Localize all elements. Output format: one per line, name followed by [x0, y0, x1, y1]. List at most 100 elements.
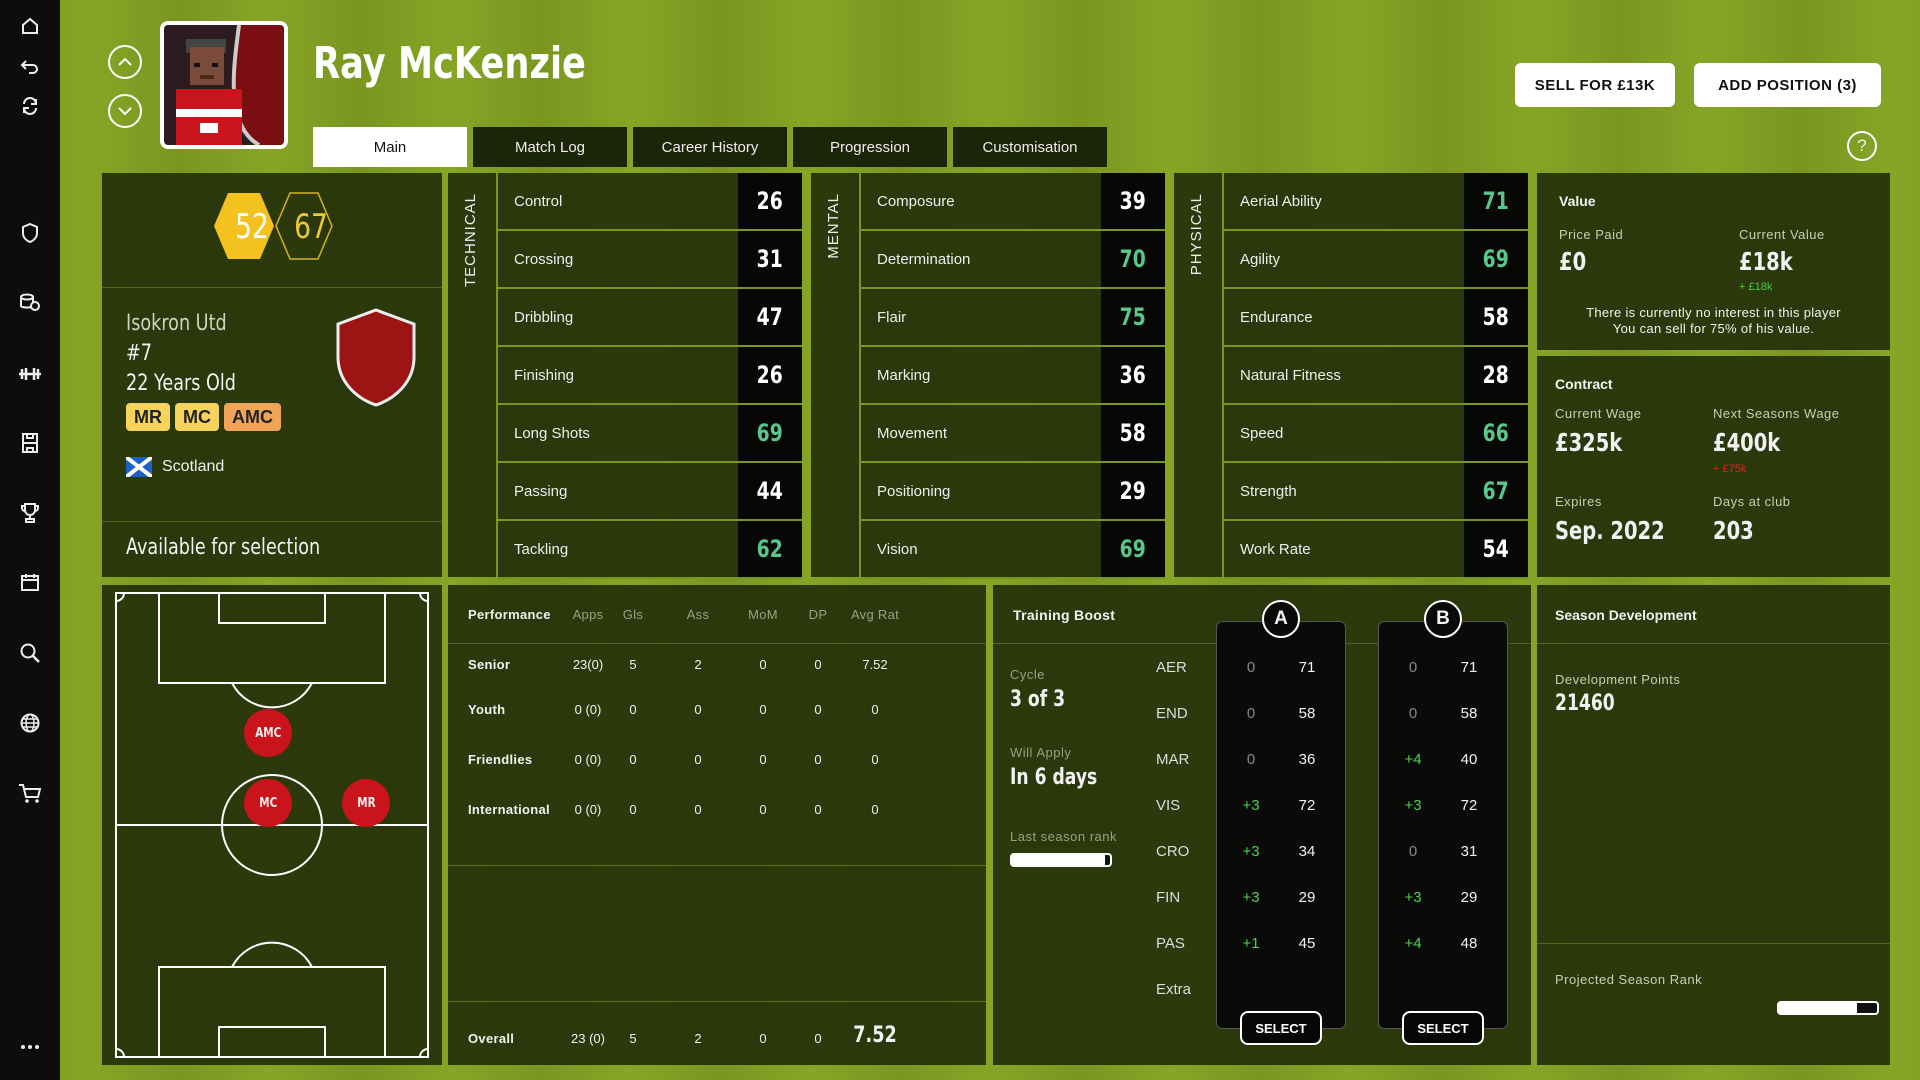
will-apply-value: In 6 days [1010, 765, 1098, 790]
attribute-label: Control [514, 193, 563, 210]
attribute-value: 58 [1101, 405, 1165, 461]
attribute-value: 31 [738, 231, 802, 287]
boost-stat-label: AER [1156, 659, 1187, 676]
attribute-label: Tackling [514, 541, 569, 558]
attribute-value: 58 [1464, 289, 1528, 345]
pitch-marker-label: AMC [254, 725, 282, 741]
performance-header: Avg Rat [850, 607, 900, 622]
attribute-value-text: 39 [1119, 187, 1147, 215]
tab-progression[interactable]: Progression [793, 127, 947, 167]
attribute-row: Natural Fitness 28 [1224, 347, 1528, 405]
technical-attributes-panel: TECHNICAL Control 26 Crossing 31 Dribbling 47… [448, 173, 802, 579]
club-name: Isokron Utd [126, 311, 227, 336]
current-value: £18k [1739, 247, 1793, 276]
boost-value: 29 [1460, 889, 1478, 906]
performance-header: DP [808, 607, 828, 622]
tab-main[interactable]: Main [313, 127, 467, 167]
value-note-line: There is currently no interest in this p… [1586, 305, 1841, 320]
performance-header: Gls [622, 607, 644, 622]
home-icon[interactable] [16, 16, 44, 44]
value-note-line: You can sell for 75% of his value. [1612, 321, 1815, 336]
expires-label: Expires [1555, 494, 1602, 509]
select-option-a-button[interactable]: SELECT [1240, 1011, 1322, 1045]
availability-status: Available for selection [126, 535, 321, 560]
attribute-label: Strength [1240, 483, 1297, 500]
attribute-value: 36 [1101, 347, 1165, 403]
cart-icon[interactable] [16, 782, 44, 810]
help-button[interactable]: ? [1847, 131, 1877, 161]
position-badge: AMC [224, 403, 281, 431]
attribute-value-text: 75 [1119, 303, 1147, 331]
performance-overall-cell: 2 [694, 1031, 702, 1046]
boost-value: 72 [1460, 797, 1478, 814]
attribute-value: 66 [1464, 405, 1528, 461]
globe-icon[interactable] [16, 712, 44, 740]
refresh-icon[interactable] [16, 96, 44, 124]
performance-cell: 0 [814, 657, 822, 672]
next-player-button[interactable] [108, 94, 142, 128]
next-wage: £400k [1713, 428, 1781, 457]
attribute-value-text: 26 [756, 361, 784, 389]
projected-rank-label: Projected Season Rank [1555, 972, 1703, 987]
attribute-value: 69 [1101, 521, 1165, 577]
select-option-b-button[interactable]: SELECT [1402, 1011, 1484, 1045]
attribute-row: Marking 36 [861, 347, 1165, 405]
trophy-icon[interactable] [16, 502, 44, 530]
option-b-label: B [1436, 608, 1450, 629]
attribute-label: Natural Fitness [1240, 367, 1341, 384]
add-position-button[interactable]: ADD POSITION (3) [1694, 63, 1881, 107]
shield-icon[interactable] [16, 222, 44, 250]
boost-delta: 0 [1246, 705, 1256, 722]
boost-value: 58 [1460, 705, 1478, 722]
development-points-label: Development Points [1555, 672, 1681, 687]
position-badges: MR MC AMC [126, 403, 286, 431]
performance-cell: 0 [629, 802, 637, 817]
training-icon[interactable] [16, 362, 44, 390]
attribute-label: Work Rate [1240, 541, 1311, 558]
performance-cell: 0 [629, 752, 637, 767]
attribute-row: Crossing 31 [498, 231, 802, 289]
performance-cell: 0 [759, 657, 767, 672]
more-icon[interactable] [16, 1030, 44, 1058]
tab-customisation[interactable]: Customisation [953, 127, 1107, 167]
last-season-rank-bar [1010, 853, 1112, 867]
pitch-marker-amc[interactable]: AMC [244, 709, 292, 757]
attribute-value-text: 47 [756, 303, 784, 331]
attribute-row: Dribbling 47 [498, 289, 802, 347]
sell-button[interactable]: SELL FOR £13K [1515, 63, 1675, 107]
attribute-row: Movement 58 [861, 405, 1165, 463]
boost-stat-label: VIS [1156, 797, 1181, 814]
performance-cell: 0 [694, 752, 702, 767]
tab-match-log[interactable]: Match Log [473, 127, 627, 167]
performance-panel: Performance Apps Gls Ass MoM DP Avg Rat Senior 2… [448, 585, 986, 1065]
mental-heading: MENTAL [825, 193, 842, 259]
attribute-value-text: 28 [1482, 361, 1510, 389]
calendar-icon[interactable] [16, 572, 44, 600]
potential-rating: 67 [294, 207, 328, 247]
boost-stat-label: PAS [1156, 935, 1185, 952]
pitch-marker-mr[interactable]: MR [342, 779, 390, 827]
back-icon[interactable] [16, 56, 44, 84]
pitch-marker-mc[interactable]: MC [244, 779, 292, 827]
attribute-row: Finishing 26 [498, 347, 802, 405]
season-dev-heading: Season Development [1555, 607, 1697, 623]
position-badge: MR [126, 403, 170, 431]
will-apply-label: Will Apply [1010, 745, 1072, 760]
finance-icon[interactable] [16, 292, 44, 320]
tactics-icon[interactable] [16, 432, 44, 460]
attribute-row: Strength 67 [1224, 463, 1528, 521]
boost-delta: +3 [1242, 843, 1260, 860]
attribute-row: Control 26 [498, 173, 802, 231]
attribute-value: 44 [738, 463, 802, 519]
attribute-value: 47 [738, 289, 802, 345]
attribute-value: 28 [1464, 347, 1528, 403]
attribute-value-text: 36 [1119, 361, 1147, 389]
performance-cell: 5 [629, 657, 637, 672]
option-b-badge: B [1424, 600, 1462, 638]
projected-rank-bar [1777, 1001, 1879, 1015]
tab-career-history[interactable]: Career History [633, 127, 787, 167]
boost-delta: +1 [1242, 935, 1260, 952]
previous-player-button[interactable] [108, 45, 142, 79]
attribute-label: Movement [877, 425, 948, 442]
search-icon[interactable] [16, 642, 44, 670]
